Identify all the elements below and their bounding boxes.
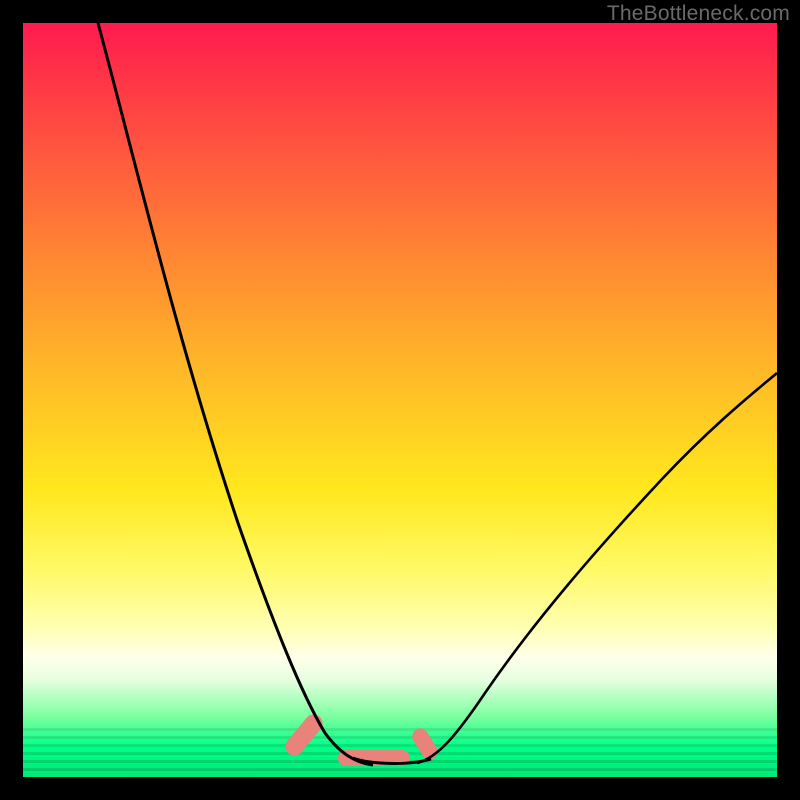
chart-frame: [23, 23, 777, 777]
gradient-background: [23, 23, 777, 777]
stripe: [23, 744, 777, 747]
watermark-text: TheBottleneck.com: [607, 2, 790, 26]
stripe: [23, 768, 777, 771]
stripe: [23, 728, 777, 731]
marker-bottom: [338, 750, 410, 766]
stripe: [23, 736, 777, 739]
